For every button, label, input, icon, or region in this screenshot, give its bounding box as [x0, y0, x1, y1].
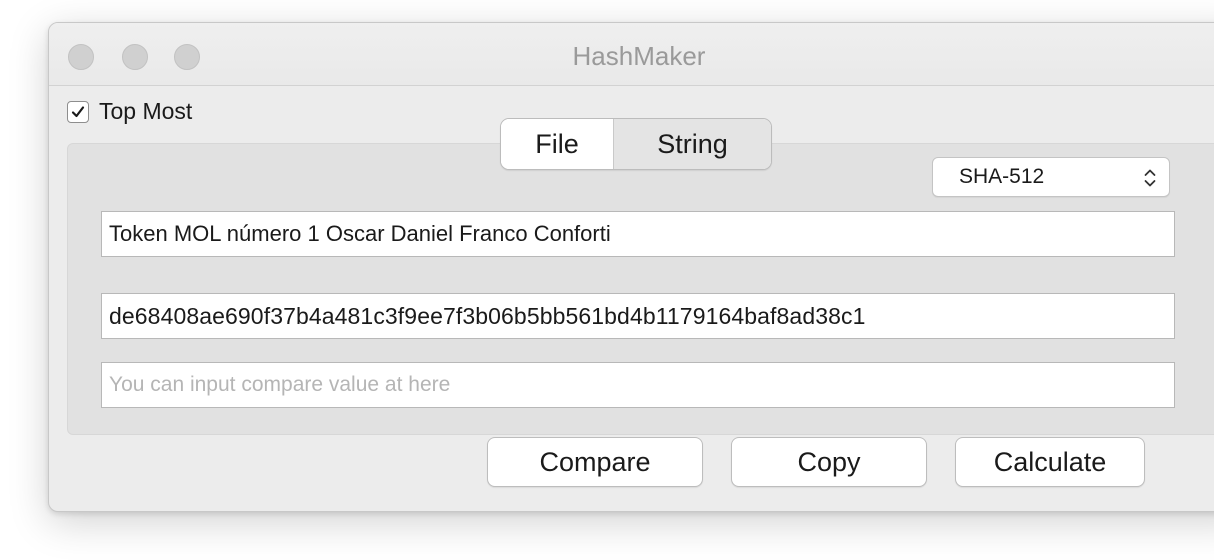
compare-button[interactable]: Compare — [487, 437, 703, 487]
string-input-field[interactable]: Token MOL número 1 Oscar Daniel Franco C… — [101, 211, 1175, 257]
top-most-option[interactable]: Top Most — [67, 98, 192, 125]
tab-string[interactable]: String — [613, 119, 771, 169]
hashmaker-window: HashMaker Top Most File String SHA-512 T… — [48, 22, 1214, 512]
up-down-chevron-icon — [1144, 169, 1156, 187]
copy-button[interactable]: Copy — [731, 437, 927, 487]
title-bar[interactable]: HashMaker — [49, 23, 1214, 86]
algorithm-select[interactable]: SHA-512 — [932, 157, 1170, 197]
checkmark-icon — [71, 105, 85, 117]
mode-tabs: File String — [500, 118, 772, 170]
top-most-checkbox[interactable] — [67, 100, 89, 123]
tab-file[interactable]: File — [501, 119, 613, 169]
window-title: HashMaker — [572, 41, 706, 71]
compare-input-field[interactable]: You can input compare value at here — [101, 362, 1175, 408]
calculate-button[interactable]: Calculate — [955, 437, 1145, 487]
algorithm-select-value: SHA-512 — [959, 165, 1045, 188]
top-most-label: Top Most — [99, 98, 193, 124]
hash-output-field[interactable]: de68408ae690f37b4a481c3f9ee7f3b06b5bb561… — [101, 293, 1175, 339]
